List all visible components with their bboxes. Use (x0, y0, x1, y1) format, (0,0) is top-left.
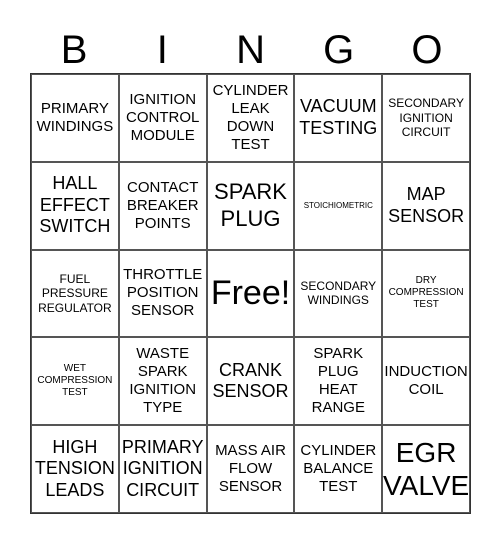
bingo-cell[interactable]: STOICHIOMETRIC (294, 161, 383, 250)
header-letter-o: O (411, 28, 443, 72)
cell-label: THROTTLE POSITION SENSOR (123, 266, 203, 320)
bingo-cell[interactable]: SECONDARY IGNITION CIRCUIT (382, 74, 470, 162)
cell-label: IGNITION CONTROL MODULE (126, 90, 200, 144)
cell-label: SPARK PLUG HEAT RANGE (311, 345, 365, 417)
free-space-cell[interactable]: Free! (206, 249, 295, 338)
bingo-header: B I N G O (30, 28, 471, 72)
cell-label: Free! (210, 274, 291, 313)
cell-label: FUEL PRESSURE REGULATOR (38, 271, 112, 315)
bingo-cell[interactable]: CYLINDER LEAK DOWN TEST (206, 74, 295, 162)
bingo-cell[interactable]: WASTE SPARK IGNITION TYPE (118, 337, 207, 426)
bingo-cell[interactable]: INDUCTION COIL (382, 337, 470, 426)
bingo-cell[interactable]: IGNITION CONTROL MODULE (118, 74, 207, 162)
bingo-cell[interactable]: CONTACT BREAKER POINTS (118, 161, 207, 250)
cell-label: PRIMARY IGNITION CIRCUIT (121, 436, 204, 500)
cell-label: CYLINDER BALANCE TEST (300, 442, 377, 496)
cell-label: EGR VALVE (383, 436, 470, 502)
header-letter-g: G (323, 28, 355, 72)
bingo-cell[interactable]: HALL EFFECT SWITCH (31, 161, 119, 250)
bingo-cell[interactable]: SECONDARY WINDINGS (294, 249, 383, 338)
bingo-cell[interactable]: PRIMARY IGNITION CIRCUIT (118, 425, 207, 513)
cell-label: PRIMARY WINDINGS (36, 99, 114, 135)
cell-label: CRANK SENSOR (212, 359, 289, 402)
bingo-cell[interactable]: WET COMPRESSION TEST (31, 337, 119, 426)
header-letter-b: B (60, 28, 88, 72)
cell-label: SECONDARY IGNITION CIRCUIT (388, 96, 464, 140)
cell-label: WET COMPRESSION TEST (37, 363, 113, 399)
bingo-cell[interactable]: PRIMARY WINDINGS (31, 74, 119, 162)
cell-label: WASTE SPARK IGNITION TYPE (129, 345, 197, 417)
bingo-card: PRIMARY WINDINGS IGNITION CONTROL MODULE C… (30, 73, 471, 514)
cell-label: MASS AIR FLOW SENSOR (215, 442, 286, 496)
cell-label: HIGH TENSION LEADS (34, 436, 115, 500)
bingo-cell[interactable]: MASS AIR FLOW SENSOR (206, 425, 295, 513)
cell-label: CYLINDER LEAK DOWN TEST (212, 81, 289, 153)
cell-label: SPARK PLUG (214, 179, 287, 231)
bingo-cell[interactable]: DRY COMPRESSION TEST (382, 249, 470, 338)
bingo-cell[interactable]: MAP SENSOR (382, 161, 470, 250)
bingo-cell[interactable]: VACUUM TESTING (294, 74, 383, 162)
cell-label: SECONDARY WINDINGS (300, 279, 377, 308)
bingo-cell[interactable]: CRANK SENSOR (206, 337, 295, 426)
cell-label: MAP SENSOR (388, 184, 465, 226)
cell-label: INDUCTION COIL (384, 363, 468, 399)
bingo-cell[interactable]: CYLINDER BALANCE TEST (294, 425, 383, 513)
header-letter-n: N (236, 28, 265, 72)
bingo-cell[interactable]: SPARK PLUG HEAT RANGE (294, 337, 383, 426)
cell-label: DRY COMPRESSION TEST (388, 275, 464, 311)
bingo-cell[interactable]: FUEL PRESSURE REGULATOR (31, 249, 119, 338)
header-letter-i: I (156, 28, 168, 72)
bingo-cell[interactable]: HIGH TENSION LEADS (31, 425, 119, 513)
bingo-cell[interactable]: EGR VALVE (382, 425, 470, 513)
cell-label: CONTACT BREAKER POINTS (126, 178, 199, 232)
cell-label: HALL EFFECT SWITCH (39, 173, 111, 237)
cell-label: VACUUM TESTING (299, 96, 378, 138)
bingo-cell[interactable]: SPARK PLUG (206, 161, 295, 250)
bingo-cell[interactable]: THROTTLE POSITION SENSOR (118, 249, 207, 338)
cell-label: STOICHIOMETRIC (303, 200, 373, 210)
